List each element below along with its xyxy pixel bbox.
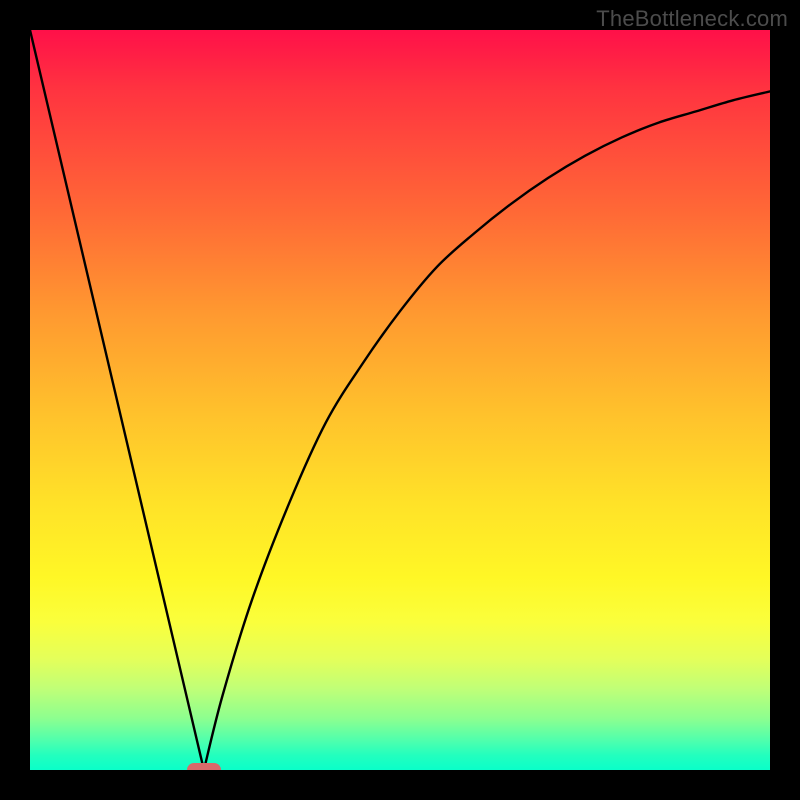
chart-left-line	[30, 30, 204, 770]
chart-plot-area	[30, 30, 770, 770]
min-point-marker	[187, 763, 221, 770]
chart-curve-svg	[30, 30, 770, 770]
watermark-label: TheBottleneck.com	[596, 6, 788, 32]
chart-right-curve	[204, 91, 770, 770]
